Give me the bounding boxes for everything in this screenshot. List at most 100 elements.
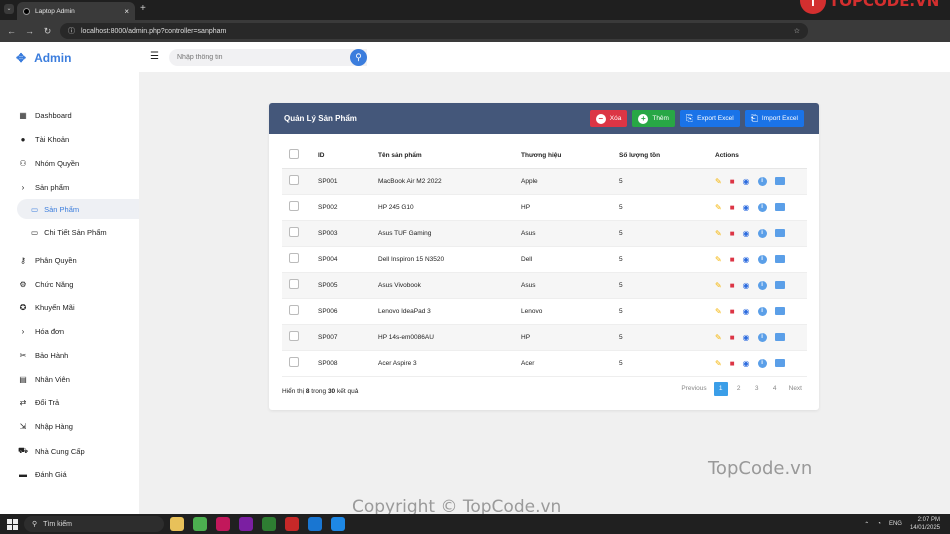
page-button-2[interactable]: 2 xyxy=(732,382,746,396)
delete-trash-icon[interactable]: ■ xyxy=(730,333,735,342)
sidebar-brand[interactable]: ✥ Admin xyxy=(16,51,71,65)
previous-page-button[interactable]: Previous xyxy=(678,382,709,396)
sidebar-item-san-pham-group[interactable]: › Sản phẩm xyxy=(18,183,70,192)
delete-trash-icon[interactable]: ■ xyxy=(730,177,735,186)
chevron-up-icon[interactable]: ⌃ xyxy=(864,521,869,528)
delete-trash-icon[interactable]: ■ xyxy=(730,229,735,238)
edit-pencil-icon[interactable]: ✎ xyxy=(715,333,722,342)
view-eye-icon[interactable]: ◉ xyxy=(743,177,750,186)
delete-trash-icon[interactable]: ■ xyxy=(730,203,735,212)
info-icon[interactable]: i xyxy=(757,176,767,186)
browser-tab[interactable]: Laptop Admin × xyxy=(17,2,135,20)
clock[interactable]: 2:07 PM 14/01/2025 xyxy=(910,516,940,532)
back-icon[interactable]: ← xyxy=(5,26,18,36)
row-checkbox[interactable] xyxy=(289,331,299,341)
page-button-3[interactable]: 3 xyxy=(750,382,764,396)
sidebar-item-nhan-vien[interactable]: ▤ Nhân Viên xyxy=(18,375,70,384)
app-icon[interactable] xyxy=(285,517,299,531)
address-bar[interactable]: ⓘ localhost:8000/admin.php?controller=sa… xyxy=(60,23,808,39)
view-eye-icon[interactable]: ◉ xyxy=(743,203,750,212)
taskbar-search[interactable]: ⚲ Tìm kiếm xyxy=(24,516,164,532)
comment-icon[interactable] xyxy=(774,281,785,289)
chrome-icon[interactable] xyxy=(193,517,207,531)
delete-trash-icon[interactable]: ■ xyxy=(730,359,735,368)
app-icon[interactable] xyxy=(262,517,276,531)
info-icon[interactable]: i xyxy=(757,228,767,238)
sidebar-item-bao-hanh[interactable]: ✂ Bảo Hành xyxy=(18,351,69,360)
sidebar-item-tai-khoan[interactable]: ● Tài Khoản xyxy=(18,135,70,144)
sidebar-item-nha-cung-cap[interactable]: ⛟ Nhà Cung Cấp xyxy=(18,446,85,456)
app-icon[interactable] xyxy=(216,517,230,531)
view-eye-icon[interactable]: ◉ xyxy=(743,255,750,264)
delete-button[interactable]: − Xóa xyxy=(589,110,628,127)
view-eye-icon[interactable]: ◉ xyxy=(743,307,750,316)
view-eye-icon[interactable]: ◉ xyxy=(743,333,750,342)
edit-pencil-icon[interactable]: ✎ xyxy=(715,359,722,368)
sidebar-item-khuyen-mai[interactable]: ✪ Khuyến Mãi xyxy=(18,303,75,312)
file-explorer-icon[interactable] xyxy=(170,517,184,531)
comment-icon[interactable] xyxy=(774,229,785,237)
sidebar-item-doi-tra[interactable]: ⇄ Đổi Trả xyxy=(18,398,60,407)
comment-icon[interactable] xyxy=(774,203,785,211)
select-all-checkbox[interactable] xyxy=(289,149,299,160)
language-indicator[interactable]: ENG xyxy=(889,521,902,527)
sidebar-item-nhap-hang[interactable]: ⇲ Nhập Hàng xyxy=(18,422,73,431)
comment-icon[interactable] xyxy=(774,359,785,367)
delete-trash-icon[interactable]: ■ xyxy=(730,307,735,316)
edit-pencil-icon[interactable]: ✎ xyxy=(715,229,722,238)
search-button[interactable]: ⚲ xyxy=(350,49,367,66)
sidebar-item-chi-tiet-san-pham[interactable]: ▭ Chi Tiết Sản Phẩm xyxy=(31,228,107,237)
row-checkbox[interactable] xyxy=(289,305,299,315)
comment-icon[interactable] xyxy=(774,255,785,263)
delete-trash-icon[interactable]: ■ xyxy=(730,255,735,264)
view-eye-icon[interactable]: ◉ xyxy=(743,281,750,290)
edit-pencil-icon[interactable]: ✎ xyxy=(715,307,722,316)
sidebar-item-chuc-nang[interactable]: ⚙ Chức Năng xyxy=(18,280,73,289)
next-page-button[interactable]: Next xyxy=(786,382,805,396)
sidebar-item-danh-gia[interactable]: ▬ Đánh Giá xyxy=(18,470,67,479)
forward-icon[interactable]: → xyxy=(23,26,36,36)
tab-search-icon[interactable]: ⌄ xyxy=(4,4,14,14)
app-icon[interactable] xyxy=(308,517,322,531)
bookmark-star-icon[interactable]: ☆ xyxy=(794,27,800,35)
close-tab-icon[interactable]: × xyxy=(124,7,129,16)
sidebar-item-nhom-quyen[interactable]: ⚇ Nhóm Quyền xyxy=(18,159,79,168)
info-icon[interactable]: i xyxy=(757,332,767,342)
menu-toggle-icon[interactable]: ☰ xyxy=(150,51,159,62)
edit-pencil-icon[interactable]: ✎ xyxy=(715,281,722,290)
view-eye-icon[interactable]: ◉ xyxy=(743,229,750,238)
visual-studio-icon[interactable] xyxy=(239,517,253,531)
new-tab-icon[interactable]: + xyxy=(140,3,146,14)
info-icon[interactable]: i xyxy=(757,202,767,212)
search-input[interactable] xyxy=(177,54,347,61)
comment-icon[interactable] xyxy=(774,333,785,341)
vscode-icon[interactable] xyxy=(331,517,345,531)
info-icon[interactable]: i xyxy=(757,306,767,316)
comment-icon[interactable] xyxy=(774,177,785,185)
delete-trash-icon[interactable]: ■ xyxy=(730,281,735,290)
comment-icon[interactable] xyxy=(774,307,785,315)
sidebar-item-dashboard[interactable]: ▦ Dashboard xyxy=(18,111,71,120)
site-info-icon[interactable]: ⓘ xyxy=(68,26,75,36)
add-button[interactable]: + Thêm xyxy=(632,110,675,127)
edit-pencil-icon[interactable]: ✎ xyxy=(715,203,722,212)
wifi-icon[interactable]: ◔ xyxy=(877,521,881,527)
row-checkbox[interactable] xyxy=(289,253,299,263)
edit-pencil-icon[interactable]: ✎ xyxy=(715,255,722,264)
row-checkbox[interactable] xyxy=(289,201,299,211)
edit-pencil-icon[interactable]: ✎ xyxy=(715,177,722,186)
sidebar-item-phan-quyen[interactable]: ⚷ Phân Quyền xyxy=(18,256,77,265)
view-eye-icon[interactable]: ◉ xyxy=(743,359,750,368)
row-checkbox[interactable] xyxy=(289,357,299,367)
import-excel-button[interactable]: ⎗ Import Excel xyxy=(744,110,804,127)
info-icon[interactable]: i xyxy=(757,358,767,368)
page-button-1[interactable]: 1 xyxy=(713,382,728,396)
page-button-4[interactable]: 4 xyxy=(768,382,782,396)
reload-icon[interactable]: ↻ xyxy=(41,26,54,37)
sidebar-item-hoa-don[interactable]: › Hóa đơn xyxy=(18,327,64,336)
row-checkbox[interactable] xyxy=(289,175,299,185)
info-icon[interactable]: i xyxy=(757,254,767,264)
row-checkbox[interactable] xyxy=(289,279,299,289)
row-checkbox[interactable] xyxy=(289,227,299,237)
windows-start-icon[interactable] xyxy=(7,518,18,530)
